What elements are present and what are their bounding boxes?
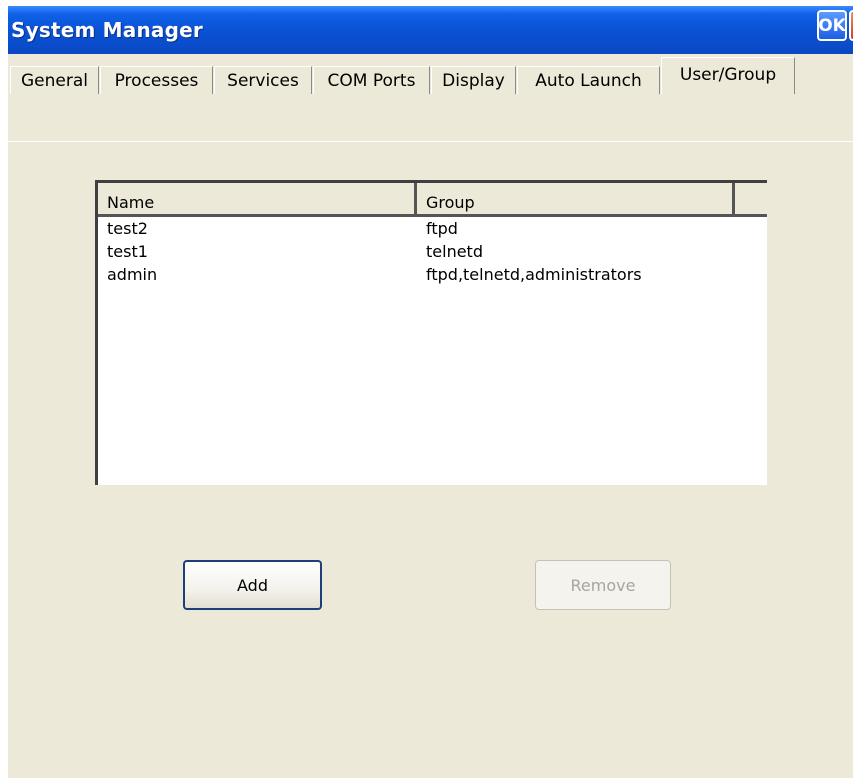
- tab-services[interactable]: Services: [214, 66, 312, 94]
- list-item[interactable]: test2 ftpd: [98, 219, 767, 242]
- user-list[interactable]: Name Group test2 ftpd test1 telnetd admi…: [95, 180, 767, 485]
- column-header-filler: [735, 183, 767, 217]
- ok-button-label: OK: [818, 15, 846, 36]
- tab-user-group[interactable]: User/Group: [661, 57, 795, 94]
- system-manager-window: System Manager OK ✕ General Processes Se…: [8, 6, 853, 778]
- tab-display[interactable]: Display: [431, 66, 516, 94]
- window-title: System Manager: [11, 18, 203, 42]
- tab-general[interactable]: General: [10, 66, 99, 94]
- tab-processes[interactable]: Processes: [100, 66, 213, 94]
- add-button[interactable]: Add: [183, 560, 322, 610]
- tab-strip: General Processes Services COM Ports Dis…: [8, 53, 853, 142]
- user-group: ftpd: [426, 219, 458, 238]
- list-item[interactable]: test1 telnetd: [98, 242, 767, 265]
- user-group: ftpd,telnetd,administrators: [426, 265, 642, 284]
- user-group: telnetd: [426, 242, 483, 261]
- user-name: test1: [107, 242, 148, 261]
- tab-divider: [8, 141, 853, 142]
- close-button[interactable]: ✕: [849, 10, 853, 41]
- user-name: admin: [107, 265, 158, 284]
- tab-com-ports[interactable]: COM Ports: [313, 66, 430, 94]
- ok-button[interactable]: OK: [817, 10, 847, 41]
- user-name: test2: [107, 219, 148, 238]
- column-header-name[interactable]: Name: [98, 183, 417, 217]
- list-item[interactable]: admin ftpd,telnetd,administrators: [98, 265, 767, 288]
- column-header-group[interactable]: Group: [417, 183, 735, 217]
- remove-button[interactable]: Remove: [535, 560, 671, 610]
- title-bar[interactable]: System Manager OK ✕: [8, 6, 853, 54]
- list-header: Name Group: [98, 183, 767, 217]
- tab-auto-launch[interactable]: Auto Launch: [517, 66, 660, 94]
